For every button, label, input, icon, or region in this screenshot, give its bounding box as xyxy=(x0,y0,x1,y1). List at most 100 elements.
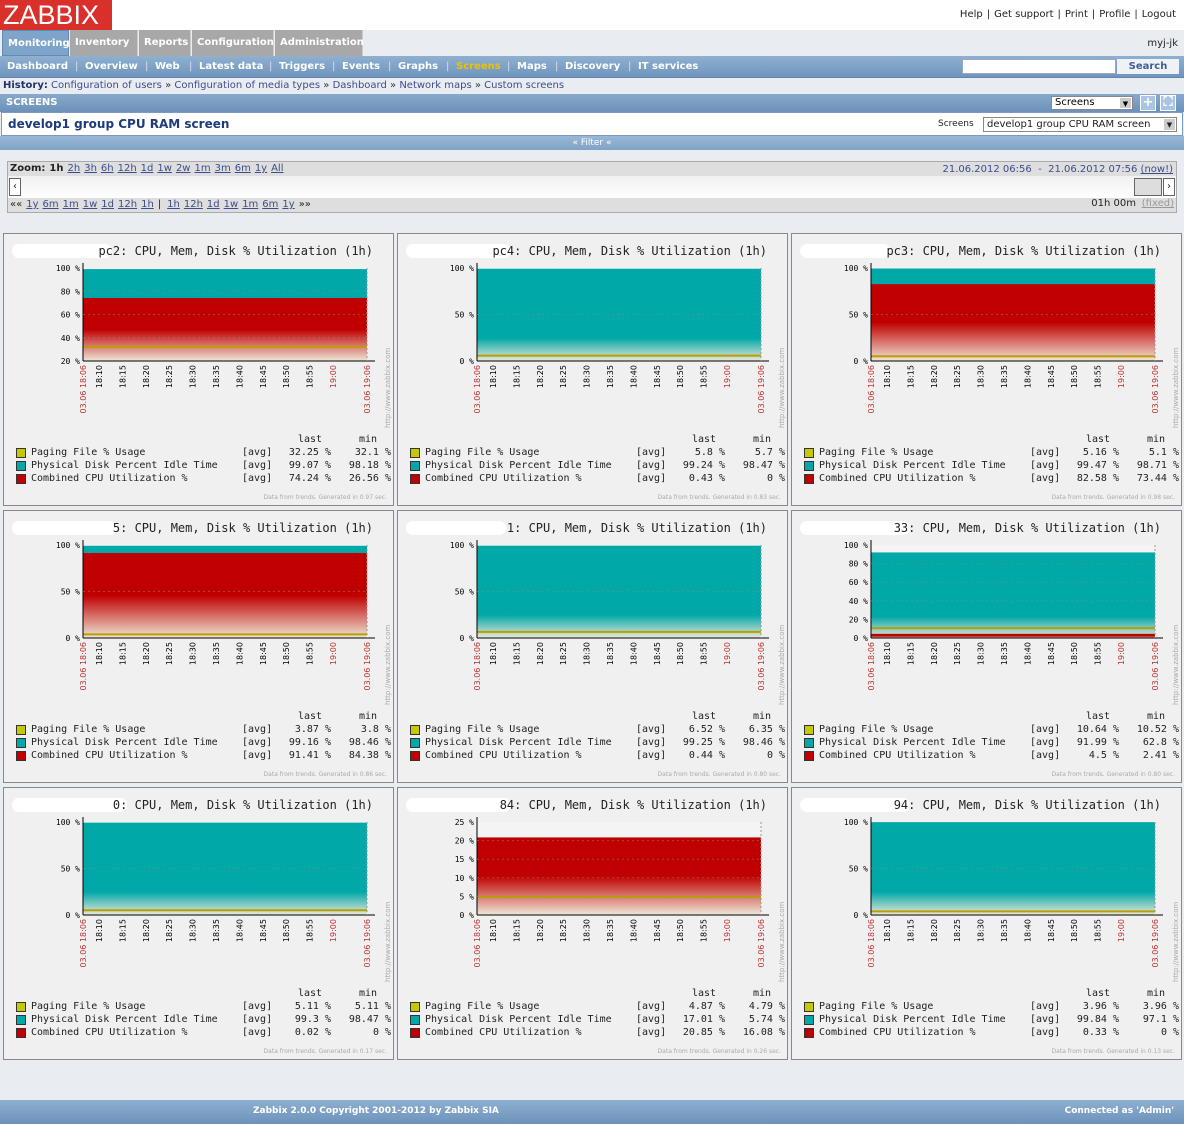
back-icon[interactable]: «« xyxy=(10,199,22,210)
forward-1y[interactable]: 1y xyxy=(282,199,294,210)
separator: » xyxy=(320,80,333,91)
menu-inventory[interactable]: Inventory xyxy=(70,30,138,56)
menu-reports[interactable]: Reports xyxy=(139,30,191,56)
y-tick-label: 100 % xyxy=(56,541,80,550)
graph-panel[interactable]: 5: CPU, Mem, Disk % Utilization (1h) 100 … xyxy=(3,510,394,783)
add-icon[interactable]: + xyxy=(1140,95,1156,111)
forward-1w[interactable]: 1w xyxy=(224,199,239,210)
zoom-6m[interactable]: 6m xyxy=(235,163,251,174)
menu-administration[interactable]: Administration xyxy=(275,30,364,56)
submenu-overview[interactable]: Overview xyxy=(85,61,138,72)
back-1d[interactable]: 1d xyxy=(101,199,114,210)
zoom-1m[interactable]: 1m xyxy=(194,163,210,174)
scroll-handle[interactable] xyxy=(1134,178,1162,196)
y-tick-label: 0 % xyxy=(66,634,81,643)
link-help[interactable]: Help xyxy=(960,9,983,20)
submenu-graphs[interactable]: Graphs xyxy=(398,61,438,72)
zoom-3h[interactable]: 3h xyxy=(84,163,97,174)
submenu-dashboard[interactable]: Dashboard xyxy=(7,61,68,72)
zoom-3m[interactable]: 3m xyxy=(215,163,231,174)
forward-icon[interactable]: »» xyxy=(299,199,311,210)
graph-panel[interactable]: pc2: CPU, Mem, Disk % Utilization (1h) 10… xyxy=(3,233,394,506)
graph-chart: 100 % 50 % 0 %03.06 18:06 18:10 18:15 18:20 18… xyxy=(844,817,1180,982)
link-get-support[interactable]: Get support xyxy=(994,9,1053,20)
x-tick-label: 18:10 xyxy=(95,365,104,388)
series-name: Physical Disk Percent Idle Time xyxy=(819,460,1006,471)
history-link[interactable]: Configuration of media types xyxy=(174,80,320,91)
submenu-latest-data[interactable]: Latest data xyxy=(199,61,263,72)
link-print[interactable]: Print xyxy=(1065,9,1088,20)
graph-title: 33: CPU, Mem, Disk % Utilization (1h) xyxy=(893,521,1161,535)
graph-panel[interactable]: 84: CPU, Mem, Disk % Utilization (1h) 25 … xyxy=(397,787,788,1060)
submenu-it-services[interactable]: IT services xyxy=(638,61,698,72)
y-tick-label: 100 % xyxy=(450,264,474,273)
menu-configuration[interactable]: Configuration xyxy=(192,30,274,56)
history-link[interactable]: Custom screens xyxy=(484,80,564,91)
submenu-screens[interactable]: Screens xyxy=(456,61,501,72)
x-tick-label: 19:00 xyxy=(329,919,338,942)
history-link[interactable]: Configuration of users xyxy=(51,80,162,91)
zoom-12h[interactable]: 12h xyxy=(118,163,137,174)
submenu-maps[interactable]: Maps xyxy=(517,61,547,72)
zoom-1w[interactable]: 1w xyxy=(157,163,172,174)
x-end-label: 03.06 19:06 xyxy=(1151,642,1160,691)
graph-panel[interactable]: 94: CPU, Mem, Disk % Utilization (1h) 100… xyxy=(791,787,1182,1060)
back-1y[interactable]: 1y xyxy=(26,199,38,210)
back-1w[interactable]: 1w xyxy=(83,199,98,210)
zoom-All[interactable]: All xyxy=(271,163,283,174)
forward-1m[interactable]: 1m xyxy=(242,199,258,210)
zoom-2w[interactable]: 2w xyxy=(176,163,191,174)
graph-panel[interactable]: 33: CPU, Mem, Disk % Utilization (1h) 100… xyxy=(791,510,1182,783)
graph-panel[interactable]: 1: CPU, Mem, Disk % Utilization (1h) 100 … xyxy=(397,510,788,783)
series-func: [avg] xyxy=(1030,1014,1061,1025)
zoom-2h[interactable]: 2h xyxy=(68,163,81,174)
link-logout[interactable]: Logout xyxy=(1142,9,1176,20)
submenu-triggers[interactable]: Triggers xyxy=(279,61,325,72)
menu-monitoring[interactable]: Monitoring xyxy=(2,30,70,56)
zoom-1y[interactable]: 1y xyxy=(255,163,267,174)
scroll-track[interactable]: ‹ › xyxy=(8,176,1176,198)
submenu-discovery[interactable]: Discovery xyxy=(565,61,620,72)
forward-6m[interactable]: 6m xyxy=(262,199,278,210)
link-profile[interactable]: Profile xyxy=(1099,9,1130,20)
zoom-1h[interactable]: 1h xyxy=(49,163,63,174)
history-link[interactable]: Dashboard xyxy=(333,80,387,91)
time-from: 21.06.2012 06:56 xyxy=(942,164,1032,175)
history-breadcrumb: History: Configuration of users » Config… xyxy=(0,78,1184,94)
chevron-down-icon: ▼ xyxy=(1164,119,1175,130)
history-link[interactable]: Network maps xyxy=(399,80,471,91)
series-name: Combined CPU Utilization % xyxy=(31,473,188,484)
forward-1d[interactable]: 1d xyxy=(207,199,220,210)
series-min: 5.74 % xyxy=(748,1014,785,1025)
search-button[interactable]: Search xyxy=(1117,59,1179,74)
submenu-web[interactable]: Web xyxy=(155,61,180,72)
series-func: [avg] xyxy=(636,1001,667,1012)
series-last: 91.99 % xyxy=(1076,737,1119,748)
back-1m[interactable]: 1m xyxy=(63,199,79,210)
fixed-toggle[interactable]: (fixed) xyxy=(1142,197,1174,211)
scroll-left-button[interactable]: ‹ xyxy=(9,178,21,196)
search-input[interactable] xyxy=(962,59,1116,74)
zoom-1d[interactable]: 1d xyxy=(141,163,154,174)
view-select[interactable]: Screens ▼ xyxy=(1051,96,1133,110)
zoom-6h[interactable]: 6h xyxy=(101,163,114,174)
scroll-right-button[interactable]: › xyxy=(1163,178,1175,196)
submenu-events[interactable]: Events xyxy=(342,61,380,72)
legend-swatch xyxy=(804,1028,814,1038)
x-tick-label: 18:45 xyxy=(1047,919,1056,942)
filter-toggle[interactable]: « Filter « xyxy=(0,136,1184,150)
fullscreen-icon[interactable]: ⛶ xyxy=(1160,95,1176,111)
graph-panel[interactable]: 0: CPU, Mem, Disk % Utilization (1h) 100 … xyxy=(3,787,394,1060)
series-func: [avg] xyxy=(242,460,273,471)
back-12h[interactable]: 12h xyxy=(118,199,137,210)
back-1h[interactable]: 1h xyxy=(141,199,154,210)
screens-select[interactable]: develop1 group CPU RAM screen ▼ xyxy=(983,117,1177,132)
now-link[interactable]: (now!) xyxy=(1141,164,1173,175)
forward-12h[interactable]: 12h xyxy=(184,199,203,210)
back-6m[interactable]: 6m xyxy=(43,199,59,210)
y-tick-label: 25 % xyxy=(455,818,474,827)
graph-panel[interactable]: pc4: CPU, Mem, Disk % Utilization (1h) 10… xyxy=(397,233,788,506)
graph-panel[interactable]: pc3: CPU, Mem, Disk % Utilization (1h) 10… xyxy=(791,233,1182,506)
x-tick-label: 18:50 xyxy=(1070,642,1079,665)
forward-1h[interactable]: 1h xyxy=(167,199,180,210)
